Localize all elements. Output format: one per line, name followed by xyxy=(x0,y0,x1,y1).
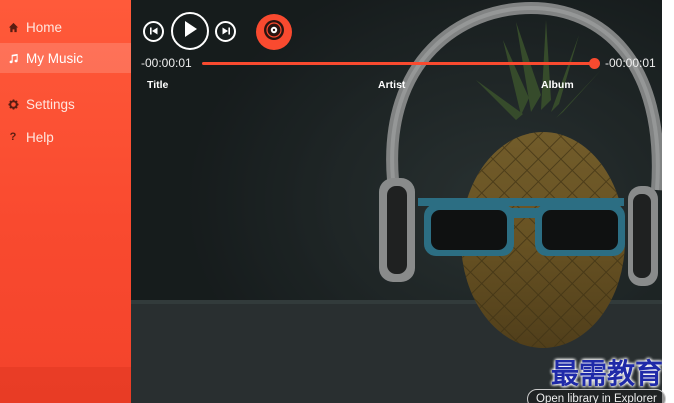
music-note-icon xyxy=(0,53,26,64)
remaining-time: -00:00:01 xyxy=(605,56,656,70)
sidebar-item-label: My Music xyxy=(26,50,83,66)
progress-thumb[interactable] xyxy=(589,58,600,69)
dim-overlay xyxy=(131,0,662,403)
column-header-artist[interactable]: Artist xyxy=(378,79,405,91)
next-button[interactable] xyxy=(215,21,236,42)
now-playing-disc-button[interactable] xyxy=(256,14,292,50)
progress-bar[interactable] xyxy=(202,62,595,65)
sidebar-item-help[interactable]: ? Help xyxy=(0,122,131,152)
sidebar-item-my-music[interactable]: My Music xyxy=(0,43,131,73)
sidebar-item-label: Settings xyxy=(26,96,75,112)
gear-icon xyxy=(0,98,26,110)
question-icon: ? xyxy=(9,131,17,143)
elapsed-time: -00:00:01 xyxy=(141,56,192,70)
sidebar-item-label: Home xyxy=(26,19,63,35)
play-icon xyxy=(182,20,198,43)
sidebar: Home My Music Settings ? Help xyxy=(0,0,131,403)
column-header-album[interactable]: Album xyxy=(541,79,574,91)
main-panel xyxy=(131,0,662,403)
sidebar-item-label: Help xyxy=(26,129,54,145)
app-window: Home My Music Settings ? Help -00:00:01 … xyxy=(0,0,674,403)
window-edge xyxy=(662,0,674,403)
column-header-title[interactable]: Title xyxy=(147,79,168,91)
sidebar-item-home[interactable]: Home xyxy=(0,12,131,42)
disc-icon xyxy=(262,18,286,47)
play-button[interactable] xyxy=(171,12,209,50)
previous-button[interactable] xyxy=(143,21,164,42)
open-library-button[interactable]: Open library in Explorer xyxy=(527,389,666,403)
sidebar-item-settings[interactable]: Settings xyxy=(0,89,131,119)
watermark-logo: 最需教育 xyxy=(551,357,664,390)
sidebar-footer xyxy=(0,367,131,403)
home-icon xyxy=(0,22,26,33)
next-icon xyxy=(221,23,231,41)
previous-icon xyxy=(149,23,159,41)
